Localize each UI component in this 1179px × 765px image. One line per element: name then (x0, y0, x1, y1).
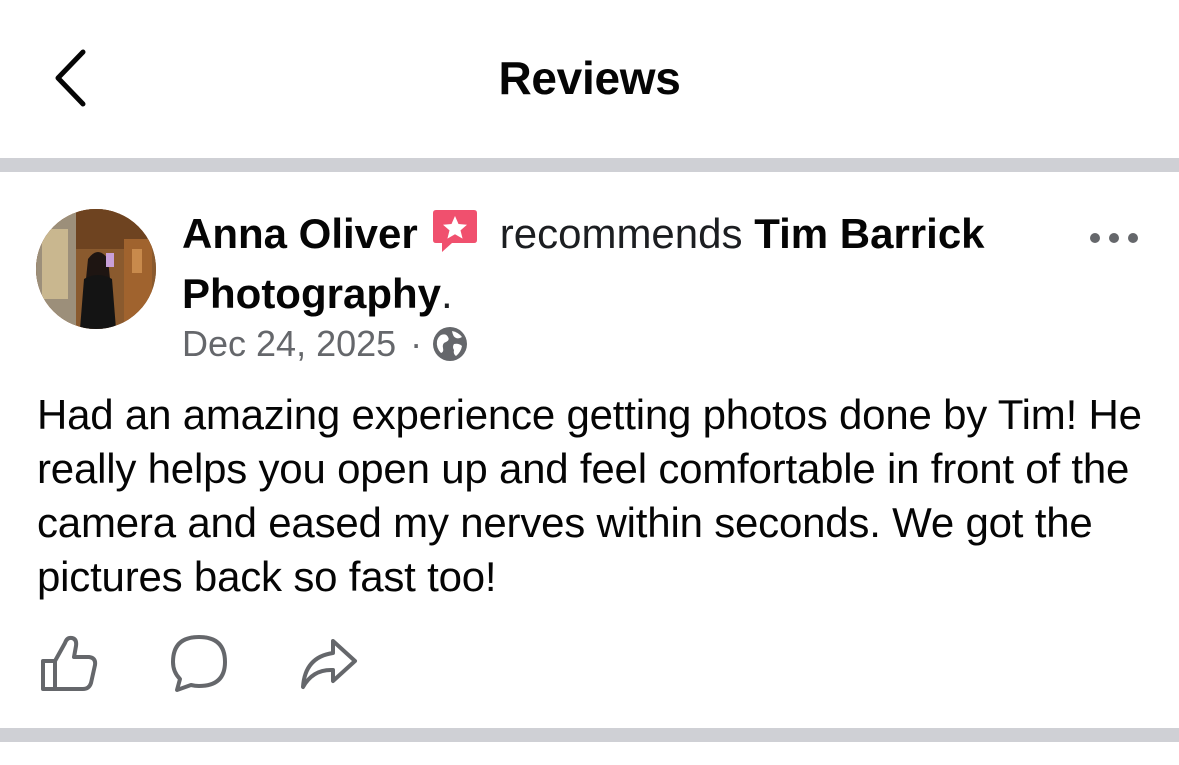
comment-icon (171, 635, 227, 692)
share-button[interactable] (296, 630, 362, 696)
header-bar: Reviews (0, 0, 1179, 158)
avatar-photo (36, 209, 156, 329)
author-name[interactable]: Anna Oliver (182, 210, 418, 257)
globe-icon (433, 327, 468, 361)
review-meta: Dec 24, 2025 · (182, 322, 468, 366)
thumbs-up-icon (41, 635, 98, 691)
headline-period: . (441, 270, 453, 317)
review-text: Had an amazing experience getting photos… (37, 391, 1142, 600)
recommend-star-icon (432, 210, 477, 252)
recommends-text: recommends (499, 210, 743, 257)
more-horizontal-icon (1090, 233, 1138, 243)
review-actions (36, 630, 362, 696)
bottom-divider (0, 728, 1179, 742)
more-options-button[interactable] (1084, 220, 1144, 256)
page-title: Reviews (498, 52, 681, 104)
avatar[interactable] (36, 209, 156, 329)
share-icon (301, 639, 357, 689)
comment-button[interactable] (166, 630, 232, 696)
review-date[interactable]: Dec 24, 2025 (182, 322, 396, 366)
like-button[interactable] (36, 630, 102, 696)
meta-separator: · (410, 323, 423, 364)
review-headline: Anna Oliver recommends Tim Barrick Photo… (182, 204, 1062, 324)
top-divider (0, 158, 1179, 172)
